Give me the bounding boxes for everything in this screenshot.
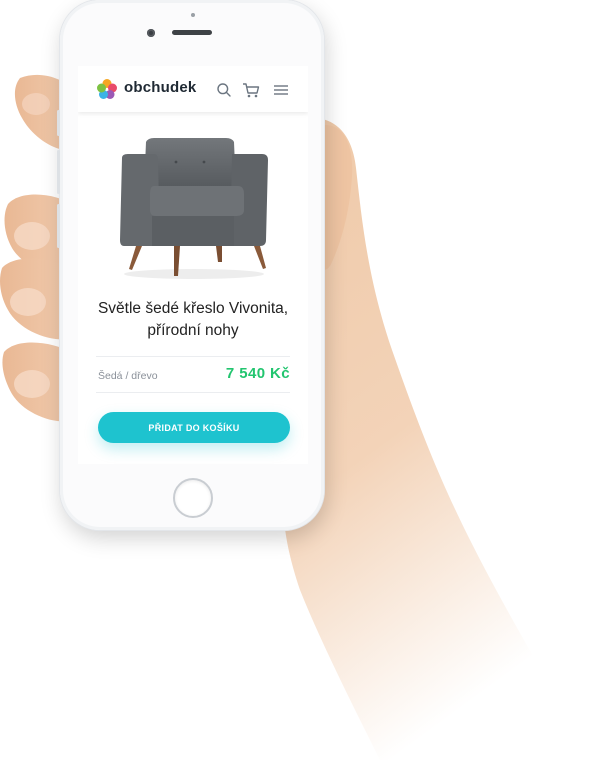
add-to-cart-button[interactable]: PŘIDAT DO KOŠÍKU	[98, 412, 290, 443]
cart-icon[interactable]	[242, 82, 260, 98]
app-header: obchudek	[78, 66, 308, 112]
divider-top	[96, 356, 290, 357]
divider-bottom	[96, 392, 290, 393]
mute-switch	[57, 110, 60, 136]
product-title[interactable]: Světle šedé křeslo Vivonita, přírodní no…	[88, 298, 298, 342]
product-image[interactable]	[108, 136, 278, 284]
proximity-sensor	[191, 13, 195, 17]
phone-screen: obchudek Světle šedé křeslo Vivonita, př…	[78, 66, 308, 464]
brand-name[interactable]: obchudek	[124, 79, 196, 96]
search-icon[interactable]	[216, 82, 232, 98]
volume-down-button	[57, 204, 60, 248]
product-variant: Šedá / dřevo	[98, 370, 158, 382]
volume-up-button	[57, 150, 60, 194]
home-button[interactable]	[173, 478, 213, 518]
logo-flower-icon	[97, 79, 117, 99]
earpiece-speaker	[172, 30, 212, 35]
phone-device: obchudek Světle šedé křeslo Vivonita, př…	[57, 0, 324, 530]
front-camera	[147, 29, 155, 37]
product-price: 7 540 Kč	[225, 365, 290, 382]
menu-icon[interactable]	[273, 82, 289, 98]
